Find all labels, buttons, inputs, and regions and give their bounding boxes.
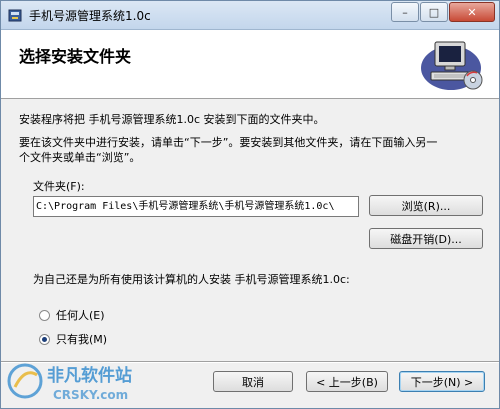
svg-text:非凡软件站: 非凡软件站: [47, 365, 132, 386]
radio-just-me-label: 只有我(M): [56, 333, 108, 346]
page-title: 选择安装文件夹: [19, 47, 132, 66]
caption-buttons: – □ ✕: [390, 2, 495, 22]
next-button-label: 下一步(N) >: [410, 375, 474, 389]
radio-everyone-circle[interactable]: [39, 309, 50, 321]
disk-cost-button-label: 磁盘开销(D)...: [390, 232, 462, 246]
next-button[interactable]: 下一步(N) >: [399, 371, 485, 392]
window-title: 手机号源管理系统1.0c: [29, 9, 151, 23]
back-button[interactable]: < 上一步(B): [306, 371, 388, 392]
crsky-watermark-logo: 非凡软件站 CRSKY.com: [7, 363, 132, 402]
minimize-icon: –: [402, 5, 408, 19]
disk-cost-button[interactable]: 磁盘开销(D)...: [369, 228, 483, 249]
installer-window: 手机号源管理系统1.0c – □ ✕ 选择安装文件夹 安装程序将把 手机号源管理…: [0, 0, 500, 409]
minimize-button[interactable]: –: [391, 2, 419, 22]
radio-everyone[interactable]: 任何人(E): [39, 307, 105, 323]
cancel-button-label: 取消: [242, 375, 264, 389]
browse-button[interactable]: 浏览(R)...: [369, 195, 483, 216]
close-button[interactable]: ✕: [449, 2, 495, 22]
folder-path-input[interactable]: C:\Program Files\手机号源管理系统\手机号源管理系统1.0c\: [33, 196, 359, 217]
folder-label: 文件夹(F):: [33, 180, 85, 193]
close-icon: ✕: [467, 5, 477, 19]
radio-just-me[interactable]: 只有我(M): [39, 331, 107, 347]
back-button-label: < 上一步(B): [316, 375, 378, 389]
svg-text:CRSKY.com: CRSKY.com: [53, 388, 128, 402]
install-for-question: 为自己还是为所有使用该计算机的人安装 手机号源管理系统1.0c:: [33, 273, 350, 286]
instructions-line-1: 要在该文件夹中进行安装，请单击“下一步”。要安装到其他文件夹，请在下面输入另一: [19, 136, 438, 149]
maximize-icon: □: [428, 5, 440, 19]
maximize-button[interactable]: □: [420, 2, 448, 22]
browse-button-label: 浏览(R)...: [401, 199, 451, 213]
title-bar[interactable]: 手机号源管理系统1.0c – □ ✕: [1, 1, 499, 30]
cancel-button[interactable]: 取消: [213, 371, 293, 392]
intro-text: 安装程序将把 手机号源管理系统1.0c 安装到下面的文件夹中。: [19, 113, 325, 126]
header-banner: 选择安装文件夹: [1, 30, 499, 99]
instructions-line-2: 个文件夹或单击“浏览”。: [19, 151, 141, 164]
radio-everyone-label: 任何人(E): [56, 309, 105, 322]
computer-setup-icon: [421, 41, 483, 90]
radio-just-me-circle[interactable]: [39, 333, 50, 345]
installer-app-icon: [8, 9, 22, 22]
